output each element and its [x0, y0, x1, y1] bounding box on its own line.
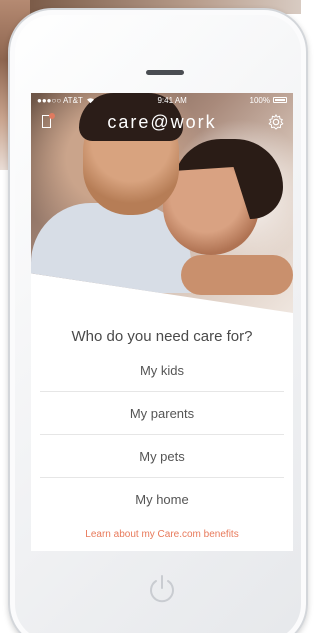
option-my-parents[interactable]: My parents — [40, 392, 284, 435]
care-options-list: My kids My parents My pets My home — [40, 349, 284, 521]
power-icon[interactable] — [145, 572, 179, 606]
battery-icon — [273, 97, 287, 103]
gear-icon[interactable] — [267, 113, 285, 131]
benefits-link[interactable]: Learn about my Care.com benefits — [31, 529, 293, 540]
carrier-text: ●●●○○ AT&T — [37, 95, 83, 105]
app-screen: ●●●○○ AT&T 9:41 AM 100% care@work Who do… — [31, 93, 293, 551]
door-icon[interactable] — [39, 113, 57, 131]
earpiece-speaker — [146, 70, 184, 75]
option-my-home[interactable]: My home — [40, 478, 284, 521]
wifi-icon — [86, 97, 94, 103]
status-time: 9:41 AM — [157, 95, 187, 105]
care-question: Who do you need care for? — [71, 328, 253, 345]
app-brand: care@work — [107, 111, 217, 132]
hero-mom-arm — [181, 255, 293, 295]
status-bar: ●●●○○ AT&T 9:41 AM 100% — [31, 93, 293, 107]
battery-percent: 100% — [249, 95, 270, 105]
option-my-kids[interactable]: My kids — [40, 349, 284, 392]
app-header: care@work — [31, 109, 293, 135]
option-my-pets[interactable]: My pets — [40, 435, 284, 478]
